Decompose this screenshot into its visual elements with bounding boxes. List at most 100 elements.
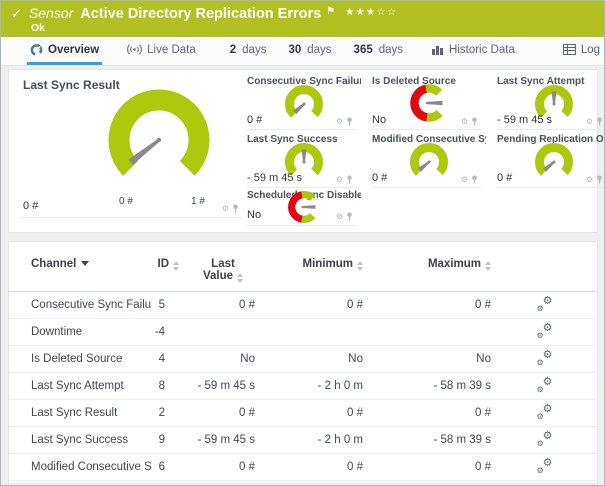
gauge-icon: [30, 43, 43, 56]
channels-panel: Channel ID LastValue Minimum Maximum Con…: [8, 241, 598, 484]
channel-settings-icon[interactable]: ⚙⚙: [538, 324, 553, 338]
tab-live-data[interactable]: Live Data: [124, 37, 199, 65]
gauge-value: 0 #: [497, 172, 512, 184]
live-data-icon: [127, 44, 142, 55]
table-row[interactable]: Last Sync Success 9 - 59 m 45 s - 2 h 0 …: [9, 427, 597, 454]
channel-name[interactable]: Consecutive Sync Failur...: [9, 292, 151, 319]
gauge-pin-icon[interactable]: [471, 175, 478, 184]
gauge-tile-last-sync-attempt[interactable]: Last Sync Attempt - 59 m 45 s ⚙: [497, 74, 605, 132]
channel-id: -4: [151, 319, 189, 346]
table-row[interactable]: Consecutive Sync Failur... 5 0 # 0 # 0 #…: [9, 292, 597, 319]
object-kind-label: Sensor: [29, 5, 73, 21]
tile-divider: [372, 129, 482, 130]
gauge-pin-icon[interactable]: [596, 175, 603, 184]
gauge-pin-icon[interactable]: [346, 175, 353, 184]
channel-minimum: 0 #: [257, 292, 365, 319]
gauge-value: 0 #: [372, 172, 387, 184]
table-header-row: Channel ID LastValue Minimum Maximum: [9, 242, 597, 292]
column-header-channel[interactable]: Channel: [9, 242, 151, 292]
channel-minimum: 0 #: [257, 454, 365, 481]
gauge-pin-icon[interactable]: [346, 212, 353, 221]
table-row[interactable]: Downtime -4 ⚙⚙: [9, 319, 597, 346]
channel-last-value: 0 #: [189, 454, 257, 481]
channel-name[interactable]: Pending Replication Op...: [9, 481, 151, 486]
gauge-value: 0 #: [247, 114, 262, 126]
gauge-pin-icon[interactable]: [232, 204, 239, 213]
channel-name[interactable]: Is Deleted Source: [9, 346, 151, 373]
table-row[interactable]: Last Sync Result 2 0 # 0 # 0 # ⚙⚙: [9, 400, 597, 427]
gauge-settings-gear-icon[interactable]: ⚙: [336, 176, 343, 184]
tab-overview[interactable]: Overview: [27, 37, 102, 65]
column-header-id[interactable]: ID: [151, 242, 189, 292]
channel-minimum: 0 #: [257, 400, 365, 427]
table-row[interactable]: Pending Replication Op... 7 0 # 0 # 1 # …: [9, 481, 597, 486]
sensor-overview-window: ✓ Sensor Active Directory Replication Er…: [0, 0, 605, 486]
tab-365-days-number: 365: [354, 44, 373, 56]
gauge-settings-gear-icon[interactable]: ⚙: [461, 118, 468, 126]
channel-maximum: 0 #: [365, 454, 493, 481]
channel-settings-icon[interactable]: ⚙⚙: [538, 378, 553, 392]
table-row[interactable]: Last Sync Attempt 8 - 59 m 45 s - 2 h 0 …: [9, 373, 597, 400]
channel-maximum: No: [365, 346, 493, 373]
gauge-settings-gear-icon[interactable]: ⚙: [336, 118, 343, 126]
modified-consecutive-sync-failures-gauge: [406, 142, 452, 182]
gauge-value: No: [247, 209, 261, 221]
channels-table: Channel ID LastValue Minimum Maximum Con…: [9, 242, 597, 486]
channel-id: 8: [151, 373, 189, 400]
priority-flag-icon[interactable]: ⚑: [326, 6, 335, 17]
channel-settings-icon[interactable]: ⚙⚙: [538, 459, 553, 473]
table-row[interactable]: Modified Consecutive S... 6 0 # 0 # 0 # …: [9, 454, 597, 481]
gauge-tile-scheduled-sync-disabled[interactable]: Scheduled Sync Disabled No ⚙: [247, 188, 361, 226]
sort-toggle-icon: [173, 261, 179, 271]
tab-2-days-number: 2: [230, 44, 236, 56]
tab-365-days[interactable]: 365 days: [351, 37, 406, 65]
gauge-tile-pending-replication-operations[interactable]: Pending Replication Operatio... 0 # ⚙: [497, 132, 605, 190]
gauge-tile-is-deleted-source[interactable]: Is Deleted Source No ⚙: [372, 74, 486, 132]
tab-log[interactable]: Log: [560, 37, 603, 65]
channel-name[interactable]: Last Sync Attempt: [9, 373, 151, 400]
column-header-last-value[interactable]: LastValue: [189, 242, 257, 292]
channel-settings-icon[interactable]: ⚙⚙: [538, 297, 553, 311]
gauge-needle: [129, 137, 162, 165]
gauge-value: 0 #: [23, 200, 38, 212]
channel-settings-icon[interactable]: ⚙⚙: [538, 405, 553, 419]
last-sync-result-gauge: [101, 88, 217, 192]
channel-id: 9: [151, 427, 189, 454]
gauge-scale-min: 0 #: [111, 196, 141, 207]
is-deleted-source-gauge: [409, 83, 449, 123]
gauge-pin-icon[interactable]: [596, 117, 603, 126]
gauge-settings-gear-icon[interactable]: ⚙: [586, 176, 593, 184]
column-header-minimum[interactable]: Minimum: [257, 242, 365, 292]
priority-stars[interactable]: ★★★☆☆: [345, 7, 397, 18]
gauge-tile-last-sync-success[interactable]: Last Sync Success - 59 m 45 s ⚙: [247, 132, 361, 190]
gauge-tile-last-sync-result[interactable]: Last Sync Result 0 # 1 # 0 # ⚙: [19, 74, 245, 220]
channel-name[interactable]: Modified Consecutive S...: [9, 454, 151, 481]
tab-historic-data[interactable]: Historic Data: [428, 37, 518, 65]
gauge-settings-gear-icon[interactable]: ⚙: [336, 213, 343, 221]
channel-name[interactable]: Downtime: [9, 319, 151, 346]
gauge-settings-gear-icon[interactable]: ⚙: [586, 118, 593, 126]
gauge-tile-modified-consecutive-sync-failures[interactable]: Modified Consecutive Sync F... 0 # ⚙: [372, 132, 486, 190]
gauge-tile-consecutive-sync-failures[interactable]: Consecutive Sync Failures 0 # ⚙: [247, 74, 361, 132]
tab-30-days-number: 30: [288, 44, 301, 56]
channel-maximum: [365, 319, 493, 346]
tab-30-days[interactable]: 30 days: [285, 37, 334, 65]
gauge-value: - 59 m 45 s: [247, 172, 302, 184]
column-header-maximum[interactable]: Maximum: [365, 242, 493, 292]
channel-id: 2: [151, 400, 189, 427]
channel-maximum: 0 #: [365, 400, 493, 427]
gauge-pin-icon[interactable]: [471, 117, 478, 126]
channel-name[interactable]: Last Sync Success: [9, 427, 151, 454]
channel-settings-icon[interactable]: ⚙⚙: [538, 432, 553, 446]
channel-name[interactable]: Last Sync Result: [9, 400, 151, 427]
tab-2-days[interactable]: 2 days: [227, 37, 270, 65]
table-row[interactable]: Is Deleted Source 4 No No No ⚙⚙: [9, 346, 597, 373]
channel-settings-icon[interactable]: ⚙⚙: [538, 351, 553, 365]
gauge-settings-gear-icon[interactable]: ⚙: [461, 176, 468, 184]
gauge-value: - 59 m 45 s: [497, 114, 552, 126]
scheduled-sync-disabled-gauge: [287, 190, 321, 224]
gauge-pin-icon[interactable]: [346, 117, 353, 126]
sort-desc-icon: [81, 261, 89, 266]
column-header-settings: [493, 242, 597, 292]
gauge-settings-gear-icon[interactable]: ⚙: [222, 205, 229, 213]
